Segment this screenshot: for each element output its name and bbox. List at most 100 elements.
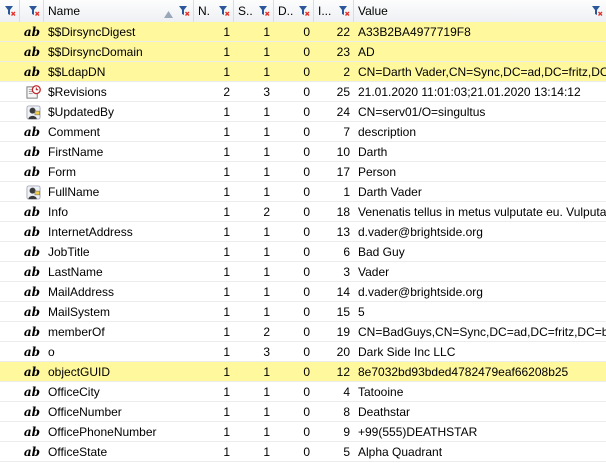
field-s: 1 <box>263 65 270 79</box>
field-l: 3 <box>343 265 350 279</box>
field-d: 0 <box>303 185 310 199</box>
text-type-icon: ab <box>23 245 40 259</box>
field-l: 14 <box>336 285 350 299</box>
field-l: 4 <box>343 385 350 399</box>
table-row[interactable]: ab OfficeNumber 1 1 0 8 Deathstar <box>0 402 606 422</box>
field-l: 22 <box>336 25 350 39</box>
filter-icon[interactable] <box>28 5 40 17</box>
column-header-name[interactable]: Name <box>44 0 194 22</box>
column-header-value[interactable]: Value <box>354 0 606 22</box>
field-l: 1 <box>343 185 350 199</box>
field-d: 0 <box>303 65 310 79</box>
table-row[interactable]: ab Info 1 2 0 18 Venenatis tellus in metus vul… <box>0 202 606 222</box>
field-n: 1 <box>223 125 230 139</box>
table-row[interactable]: $Revisions 2 3 0 25 21.01.2020 11:01:03;21.01… <box>0 82 606 102</box>
filter-icon[interactable] <box>258 5 270 17</box>
table-row[interactable]: $UpdatedBy 1 1 0 24 CN=serv01/O=singultus <box>0 102 606 122</box>
header-filter-cell[interactable] <box>0 0 20 22</box>
field-d: 0 <box>303 225 310 239</box>
person-icon <box>0 182 44 202</box>
field-d: 0 <box>303 425 310 439</box>
field-n: 1 <box>223 445 230 459</box>
table-row[interactable]: ab JobTitle 1 1 0 6 Bad Guy <box>0 242 606 262</box>
field-s: 1 <box>263 425 270 439</box>
filter-icon[interactable] <box>338 5 350 17</box>
filter-icon[interactable] <box>218 5 230 17</box>
table-row[interactable]: ab $$DirsyncDomain 1 1 0 23 AD <box>0 42 606 62</box>
field-n: 1 <box>223 145 230 159</box>
field-n: 1 <box>223 385 230 399</box>
field-d: 0 <box>303 265 310 279</box>
field-n: 1 <box>223 265 230 279</box>
column-header-d[interactable]: D.. <box>274 0 314 22</box>
field-n: 1 <box>223 245 230 259</box>
field-s: 1 <box>263 125 270 139</box>
field-name: LastName <box>48 265 103 279</box>
header-type-cell[interactable] <box>20 0 44 22</box>
field-s: 2 <box>263 325 270 339</box>
field-d: 0 <box>303 345 310 359</box>
field-value: 5 <box>358 305 365 319</box>
table-row[interactable]: ab LastName 1 1 0 3 Vader <box>0 262 606 282</box>
field-d: 0 <box>303 445 310 459</box>
table-row[interactable]: ab Form 1 1 0 17 Person <box>0 162 606 182</box>
table-row[interactable]: ab FirstName 1 1 0 10 Darth <box>0 142 606 162</box>
table-row[interactable]: ab $$DirsyncDigest 1 1 0 22 A33B2BA4977719F8 <box>0 22 606 42</box>
field-value: Tatooine <box>358 385 404 399</box>
text-type-icon: ab <box>23 385 40 399</box>
filter-icon[interactable] <box>178 5 190 17</box>
table-row[interactable]: ab memberOf 1 2 0 19 CN=BadGuys,CN=Sync,DC=ad,… <box>0 322 606 342</box>
field-l: 23 <box>336 45 350 59</box>
table-row[interactable]: ab o 1 3 0 20 Dark Side Inc LLC <box>0 342 606 362</box>
table-row[interactable]: ab Comment 1 1 0 7 description <box>0 122 606 142</box>
table-row[interactable]: FullName 1 1 0 1 Darth Vader <box>0 182 606 202</box>
field-l: 19 <box>336 325 350 339</box>
table-row[interactable]: ab OfficePhoneNumber 1 1 0 9 +99(555)DEATHSTAR <box>0 422 606 442</box>
column-header-label: N. <box>198 4 210 18</box>
column-header-n[interactable]: N. <box>194 0 234 22</box>
field-n: 1 <box>223 105 230 119</box>
field-n: 1 <box>223 345 230 359</box>
field-s: 1 <box>263 285 270 299</box>
field-value: Deathstar <box>358 405 411 419</box>
field-s: 3 <box>263 85 270 99</box>
field-value: A33B2BA4977719F8 <box>358 25 471 39</box>
field-name: Comment <box>48 125 101 139</box>
field-s: 2 <box>263 205 270 219</box>
filter-icon[interactable] <box>298 5 310 17</box>
table-row[interactable]: ab OfficeState 1 1 0 5 Alpha Quadrant <box>0 442 606 462</box>
field-name: o <box>48 345 55 359</box>
field-l: 10 <box>336 145 350 159</box>
field-grid: Name N. S.. D.. I... Value ab $$DirsyncDi… <box>0 0 606 463</box>
field-l: 15 <box>336 305 350 319</box>
field-s: 1 <box>263 45 270 59</box>
field-value: CN=serv01/O=singultus <box>358 105 486 119</box>
text-type-icon: ab <box>23 445 40 459</box>
field-name: OfficePhoneNumber <box>48 425 157 439</box>
field-d: 0 <box>303 325 310 339</box>
field-s: 1 <box>263 385 270 399</box>
table-row[interactable]: ab $$LdapDN 1 1 0 2 CN=Darth Vader,CN=Sync,DC=… <box>0 62 606 82</box>
text-type-icon: ab <box>23 45 40 59</box>
field-s: 1 <box>263 145 270 159</box>
field-name: FullName <box>48 185 100 199</box>
field-d: 0 <box>303 405 310 419</box>
column-header-label: Name <box>48 4 81 18</box>
field-d: 0 <box>303 165 310 179</box>
field-name: objectGUID <box>48 365 111 379</box>
filter-icon[interactable] <box>4 5 16 17</box>
field-d: 0 <box>303 205 310 219</box>
field-l: 2 <box>343 65 350 79</box>
table-row[interactable]: ab InternetAddress 1 1 0 13 d.vader@brightside… <box>0 222 606 242</box>
text-type-icon: ab <box>23 365 40 379</box>
filter-icon[interactable] <box>591 5 603 17</box>
table-row[interactable]: ab MailSystem 1 1 0 15 5 <box>0 302 606 322</box>
table-row[interactable]: ab OfficeCity 1 1 0 4 Tatooine <box>0 382 606 402</box>
table-row[interactable]: ab objectGUID 1 1 0 12 8e7032bd93bded4782479ea… <box>0 362 606 382</box>
column-header-l[interactable]: I... <box>314 0 354 22</box>
table-row[interactable]: ab MailAddress 1 1 0 14 d.vader@brightside.org <box>0 282 606 302</box>
field-value: Bad Guy <box>358 245 405 259</box>
field-s: 1 <box>263 165 270 179</box>
field-n: 2 <box>223 85 230 99</box>
column-header-s[interactable]: S.. <box>234 0 274 22</box>
